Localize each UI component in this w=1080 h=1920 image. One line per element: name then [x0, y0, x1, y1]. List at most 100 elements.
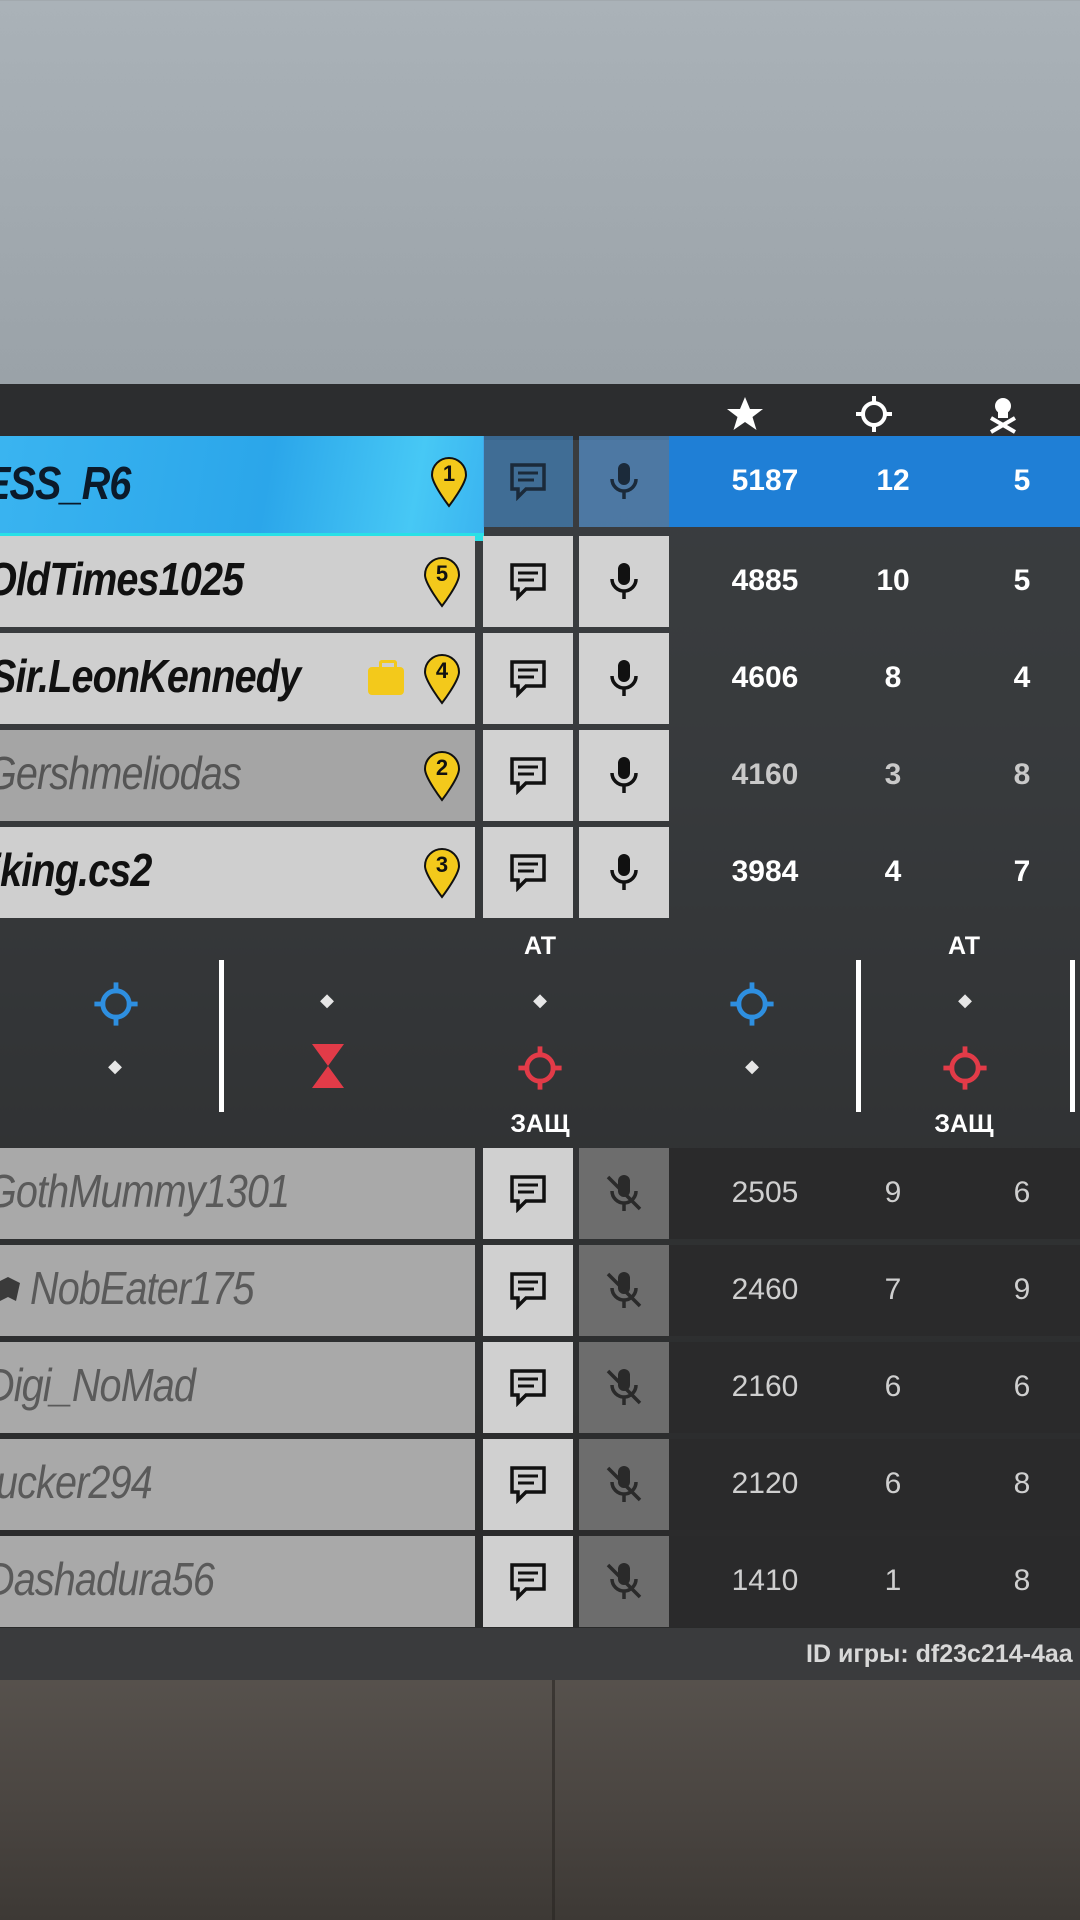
rank-pin-icon: 2 — [423, 750, 461, 802]
deaths-value: 8 — [1013, 1564, 1031, 1597]
player-row[interactable]: iking.cs2 3 3984 4 7 — [0, 827, 1080, 918]
deaths-value: 4 — [1013, 661, 1031, 694]
deaths-value: 6 — [1013, 1176, 1031, 1209]
score-value: 4160 — [731, 758, 799, 791]
chat-icon — [510, 463, 546, 501]
player-row-self[interactable]: ESS_R6 1 5187 12 5 — [0, 436, 1080, 541]
player-name-cell: Sir.LeonKennedy 4 — [0, 633, 475, 724]
mic-button[interactable] — [579, 536, 669, 627]
player-name-cell: GothMummy1301 — [0, 1148, 475, 1239]
player-stats: 4606 8 4 — [669, 633, 1080, 724]
mic-button[interactable] — [579, 730, 669, 821]
mic-muted-button[interactable] — [579, 1342, 669, 1433]
player-name: Sir.LeonKennedy — [0, 650, 301, 702]
enemy-player-row[interactable]: NobEater175 2460 7 9 — [0, 1245, 1080, 1336]
player-name: iking.cs2 — [0, 844, 152, 896]
deaths-value: 8 — [1013, 758, 1031, 791]
enemy-player-row[interactable]: Dashadura56 1410 1 8 — [0, 1536, 1080, 1627]
deaths-value: 7 — [1013, 855, 1031, 888]
deaths-value: 6 — [1013, 1370, 1031, 1403]
player-name: Dashadura56 — [0, 1553, 215, 1605]
chat-button[interactable] — [483, 827, 573, 918]
microphone-icon — [610, 563, 638, 599]
player-name-cell: Digi_NoMad — [0, 1342, 475, 1433]
kills-value: 6 — [884, 1370, 902, 1403]
scoreboard-header — [0, 384, 1080, 440]
mic-button[interactable] — [579, 827, 669, 918]
chat-button[interactable] — [483, 730, 573, 821]
kills-value: 9 — [884, 1176, 902, 1209]
round-dot: ◆ — [745, 1056, 759, 1077]
player-row[interactable]: OldTimes1025 5 4885 10 5 — [0, 536, 1080, 627]
microphone-muted-icon — [606, 1466, 642, 1502]
rank-number: 5 — [435, 561, 449, 586]
attack-label: АТ — [523, 932, 557, 960]
deaths-value: 5 — [1013, 564, 1031, 597]
chat-icon — [510, 757, 546, 795]
defense-label: ЗАЩ — [510, 1110, 570, 1138]
briefcase-icon — [368, 660, 404, 695]
chat-icon — [510, 1175, 546, 1213]
attack-crosshair-icon — [94, 982, 138, 1026]
player-stats: 5187 12 5 — [669, 436, 1080, 527]
rank-pin-icon: 5 — [423, 556, 461, 608]
chat-icon — [510, 660, 546, 698]
background-ground — [0, 1640, 1080, 1920]
hourglass-icon — [312, 1044, 344, 1088]
player-row[interactable]: Sir.LeonKennedy 4 4606 8 4 — [0, 633, 1080, 724]
chat-button[interactable] — [483, 436, 573, 527]
defense-crosshair-icon — [943, 1046, 987, 1090]
game-id: ID игры: df23c214-4aa — [806, 1640, 1073, 1668]
rank-pin-icon: 3 — [423, 847, 461, 899]
player-stats: 2120 6 8 — [669, 1439, 1080, 1530]
chat-icon — [510, 1563, 546, 1601]
score-value: 2120 — [731, 1467, 799, 1500]
defense-label: ЗАЩ — [934, 1110, 994, 1138]
chat-icon — [510, 1272, 546, 1310]
enemy-player-row[interactable]: ucker294 2120 6 8 — [0, 1439, 1080, 1530]
divider — [1070, 960, 1075, 1112]
player-stats: 2505 9 6 — [669, 1148, 1080, 1239]
microphone-muted-icon — [606, 1272, 642, 1308]
mic-muted-button[interactable] — [579, 1245, 669, 1336]
rank-number: 1 — [442, 461, 456, 486]
chat-button[interactable] — [483, 536, 573, 627]
chat-button[interactable] — [483, 633, 573, 724]
player-row[interactable]: Gershmeliodas 2 4160 3 8 — [0, 730, 1080, 821]
microphone-muted-icon — [606, 1369, 642, 1405]
chat-icon — [510, 563, 546, 601]
chat-button[interactable] — [483, 1439, 573, 1530]
player-stats: 4160 3 8 — [669, 730, 1080, 821]
player-name: ucker294 — [0, 1456, 153, 1508]
attack-crosshair-icon — [730, 982, 774, 1026]
score-value: 4606 — [731, 661, 799, 694]
player-name: GothMummy1301 — [0, 1165, 290, 1217]
enemy-player-row[interactable]: GothMummy1301 2505 9 6 — [0, 1148, 1080, 1239]
chat-button[interactable] — [483, 1245, 573, 1336]
mic-button[interactable] — [579, 436, 669, 527]
player-stats: 1410 1 8 — [669, 1536, 1080, 1627]
mic-muted-button[interactable] — [579, 1439, 669, 1530]
kills-value: 7 — [884, 1273, 902, 1306]
chat-button[interactable] — [483, 1536, 573, 1627]
chat-button[interactable] — [483, 1148, 573, 1239]
mic-muted-button[interactable] — [579, 1536, 669, 1627]
skull-icon — [989, 398, 1017, 434]
microphone-icon — [610, 854, 638, 890]
player-name-cell: Dashadura56 — [0, 1536, 475, 1627]
score-value: 4885 — [731, 564, 799, 597]
round-dot: ◆ — [533, 990, 547, 1011]
player-stats: 2460 7 9 — [669, 1245, 1080, 1336]
enemy-player-row[interactable]: Digi_NoMad 2160 6 6 — [0, 1342, 1080, 1433]
kills-value: 3 — [884, 758, 902, 791]
mic-button[interactable] — [579, 633, 669, 724]
microphone-icon — [610, 463, 638, 499]
player-name-cell: OldTimes1025 5 — [0, 536, 475, 627]
player-name-cell: ESS_R6 1 — [0, 436, 484, 541]
deaths-value: 8 — [1013, 1467, 1031, 1500]
kills-value: 6 — [884, 1467, 902, 1500]
kills-value: 4 — [884, 855, 902, 888]
rank-number: 4 — [435, 658, 449, 683]
chat-button[interactable] — [483, 1342, 573, 1433]
mic-muted-button[interactable] — [579, 1148, 669, 1239]
